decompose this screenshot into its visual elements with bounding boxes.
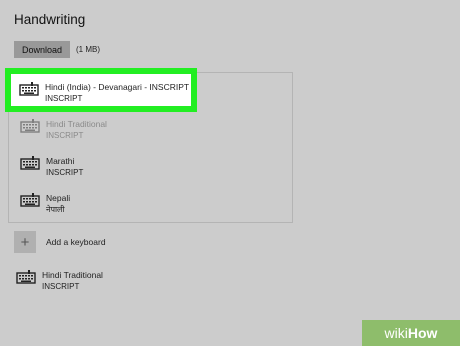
keyboard-item-marathi[interactable]: Marathi INSCRIPT bbox=[20, 156, 83, 178]
highlighted-keyboard-box: Hindi (India) - Devanagari - INSCRIPT IN… bbox=[5, 68, 197, 112]
keyboard-item-nepali[interactable]: Nepali नेपाली bbox=[20, 193, 70, 215]
keyboard-icon bbox=[20, 193, 40, 207]
keyboard-layout: INSCRIPT bbox=[46, 168, 84, 177]
plus-icon[interactable]: + bbox=[14, 231, 36, 253]
keyboard-title: Nepali bbox=[46, 193, 71, 203]
add-keyboard-label: Add a keyboard bbox=[46, 237, 106, 247]
download-button[interactable]: Download bbox=[14, 41, 70, 58]
keyboard-layout: INSCRIPT bbox=[45, 94, 83, 103]
download-size: (1 MB) bbox=[76, 45, 100, 54]
keyboard-title: Hindi Traditional bbox=[46, 119, 107, 129]
watermark-how: How bbox=[407, 325, 438, 341]
watermark-wiki: wiki bbox=[384, 325, 408, 341]
wikihow-watermark: wiki How bbox=[362, 320, 460, 346]
keyboard-layout: INSCRIPT bbox=[42, 282, 80, 291]
keyboard-layout: INSCRIPT bbox=[46, 131, 84, 140]
keyboard-icon bbox=[19, 82, 39, 96]
keyboard-title: Marathi bbox=[46, 156, 75, 166]
keyboard-icon bbox=[20, 156, 40, 170]
keyboard-icon bbox=[16, 270, 36, 284]
section-title: Handwriting bbox=[14, 12, 86, 27]
download-row: Download (1 MB) bbox=[14, 41, 100, 58]
keyboard-layout: नेपाली bbox=[46, 205, 65, 214]
keyboard-item-hindi-traditional[interactable]: Hindi Traditional INSCRIPT bbox=[20, 119, 107, 141]
keyboard-icon bbox=[20, 119, 40, 133]
keyboard-item-hindi-traditional-extra[interactable]: Hindi Traditional INSCRIPT bbox=[16, 270, 103, 292]
keyboard-title: Hindi Traditional bbox=[42, 270, 103, 280]
keyboard-title: Hindi (India) - Devanagari - INSCRIPT bbox=[45, 82, 190, 92]
add-keyboard-row[interactable]: + Add a keyboard bbox=[14, 231, 106, 253]
keyboard-item-hindi-india[interactable]: Hindi (India) - Devanagari - INSCRIPT IN… bbox=[19, 82, 189, 104]
